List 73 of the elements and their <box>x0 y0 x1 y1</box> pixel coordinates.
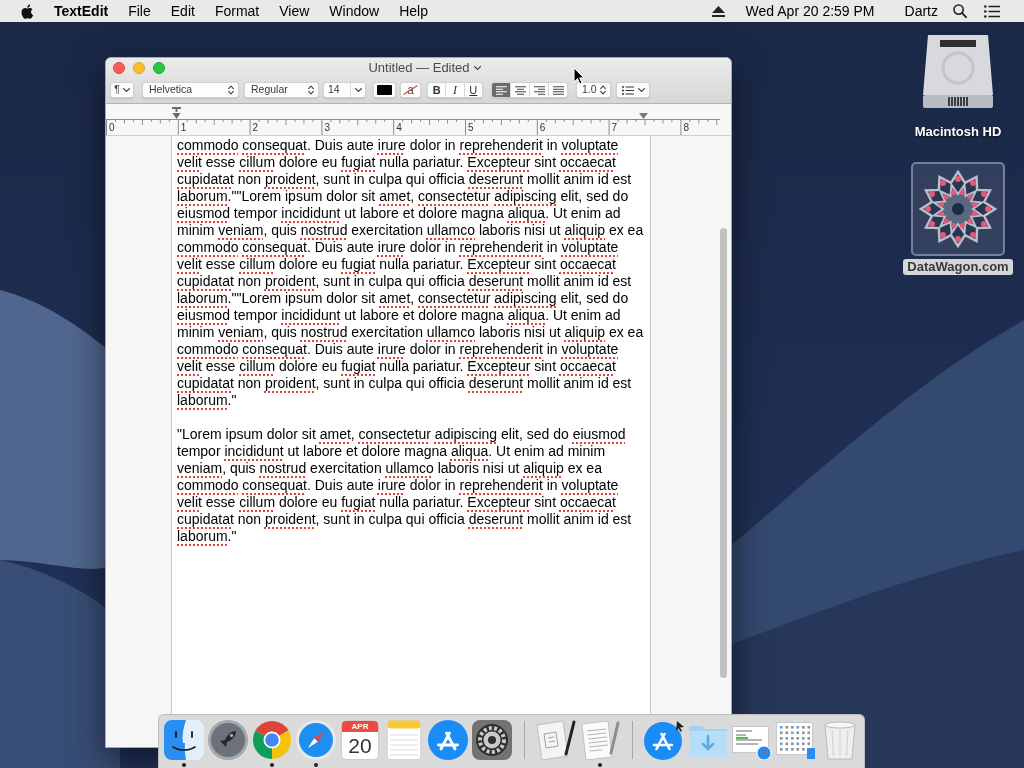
ruler-number: 8 <box>683 122 689 134</box>
menu-item[interactable]: Window <box>319 0 390 22</box>
bold-button[interactable]: B <box>428 83 446 97</box>
ruler-number: 0 <box>109 122 116 134</box>
font-size-combo-box[interactable]: 14 <box>323 82 366 98</box>
menu-item[interactable]: Edit <box>160 0 205 22</box>
list-icon[interactable] <box>984 4 1000 18</box>
desktop-icon-label[interactable]: DataWagon.com <box>903 259 1013 275</box>
sketch-paper-pen-icon[interactable] <box>536 720 576 760</box>
up-down-chevron-icon <box>308 85 314 95</box>
letter-a-circle-icon[interactable] <box>644 720 684 760</box>
eject-icon[interactable] <box>711 5 725 17</box>
zoom-button[interactable] <box>153 61 165 74</box>
up-down-chevron-icon <box>600 85 606 95</box>
italic-button[interactable]: I <box>445 83 464 97</box>
mouse-pointer-icon <box>573 67 585 85</box>
align-left-icon <box>495 85 507 95</box>
menu-item[interactable]: Help <box>389 0 438 22</box>
up-down-chevron-icon <box>228 85 234 95</box>
body-paragraph: commodo consequat. Duis aute irure dolor in reprehenderit in voluptate velit esse cillum dolore eu fugiat nulla pariatur. Excepteur sint occaecat cupidatat non proident, sunt in culpa qui officia deserunt mollit anim id est laborum.""Lorem ipsum dolor sit amet, consectetur adipiscing elit, sed do eiusmod tempor incididunt ut labore et dolore magna aliqua. Ut enim ad minim veniam, quis nostrud exercitation ullamco laboris nisi ut aliquip ex ea commodo consequat. Duis aute irure dolor in reprehenderit in voluptate velit esse cillum dolore eu fugiat nulla pariatur. Excepteur sint occaecat cupidatat non proident, sunt in culpa qui officia deserunt mollit anim id est laborum.""Lorem ipsum dolor sit amet, consectetur adipiscing elit, sed do eiusmod tempor incididunt ut labore et dolore magna aliqua. Ut enim ad minim veniam, quis nostrud exercitation ullamco laboris nisi ut aliquip ex ea commodo consequat. Duis aute irure dolor in reprehenderit in voluptate velit esse cillum dolore eu fugiat nulla pariatur. Excepteur sint occaecat cupidatat non proident, sunt in culpa qui officia deserunt mollit anim id est laborum." <box>177 137 645 409</box>
align-right-icon <box>533 85 545 95</box>
justify-icon <box>552 85 564 95</box>
underline-button[interactable]: U <box>463 83 482 97</box>
menu-item[interactable]: File <box>118 0 161 22</box>
justify-button[interactable] <box>548 83 567 97</box>
line-spacing-dropdown[interactable]: 1.0 <box>576 82 611 98</box>
right-margin-marker-icon[interactable] <box>639 113 648 119</box>
search-icon[interactable] <box>953 4 967 18</box>
chevron-down-icon <box>122 88 130 92</box>
star-pattern-icon[interactable] <box>911 162 1005 256</box>
calendar-month: APR <box>342 721 378 732</box>
chevron-down-icon <box>354 88 362 92</box>
calendar-tile[interactable]: APR 20 <box>341 720 379 760</box>
tricolor-circle-icon[interactable] <box>252 720 292 760</box>
list-style-dropdown[interactable] <box>616 82 650 98</box>
face-logo-icon[interactable] <box>164 720 204 760</box>
align-right-button[interactable] <box>529 83 548 97</box>
calendar-day: 20 <box>348 732 372 759</box>
grid-window-icon[interactable] <box>776 720 816 760</box>
compass-icon[interactable] <box>296 720 336 760</box>
menu-item[interactable]: View <box>269 0 320 22</box>
text-color-well[interactable] <box>373 82 396 98</box>
gear-icon[interactable] <box>472 720 512 760</box>
bulleted-list-icon <box>621 85 634 95</box>
ruler-number: 6 <box>539 122 547 134</box>
apple-logo-icon[interactable] <box>21 3 34 19</box>
menu-user-name[interactable]: Dartz <box>904 0 938 22</box>
scrollbar-thumb[interactable] <box>720 228 727 678</box>
menu-app-name[interactable]: TextEdit <box>44 0 119 22</box>
color-swatch-icon <box>377 85 392 95</box>
ruler-number: 5 <box>468 122 475 134</box>
window-title-menu[interactable]: Untitled — Edited <box>356 58 481 78</box>
hard-drive-icon[interactable] <box>920 33 996 109</box>
ruler-number: 2 <box>252 122 260 134</box>
ruler-number: 3 <box>324 122 331 134</box>
typeface-dropdown[interactable]: Regular <box>244 82 319 98</box>
menu-clock[interactable]: Wed Apr 20 2:59 PM <box>745 0 875 22</box>
paragraph-style-dropdown[interactable]: ¶ <box>110 82 134 98</box>
chevron-down-icon <box>637 88 645 92</box>
ruler-number: 4 <box>396 122 403 134</box>
rocket-icon[interactable] <box>208 720 248 760</box>
body-paragraph: "Lorem ipsum dolor sit amet, consectetur adipiscing elit, sed do eiusmod tempor incididunt ut labore et dolore magna aliqua. Ut enim ad minim veniam, quis nostrud exercitation ullamco laboris nisi ut aliquip ex ea commodo consequat. Duis aute irure dolor in reprehenderit in voluptate velit esse cillum dolore eu fugiat nulla pariatur. Excepteur sint occaecat cupidatat non proident, sunt in culpa qui officia deserunt mollit anim id est laborum." <box>177 426 633 545</box>
align-center-icon <box>514 85 526 95</box>
ruler-number: 7 <box>611 122 619 134</box>
close-button[interactable] <box>113 61 125 74</box>
align-left-button[interactable] <box>492 83 510 97</box>
desktop-icon-label[interactable]: Macintosh HD <box>914 124 1002 140</box>
ruler-number: 1 <box>180 122 188 134</box>
font-family-dropdown[interactable]: Helvetica <box>142 82 239 98</box>
menu-item[interactable]: Format <box>204 0 270 22</box>
align-center-button[interactable] <box>510 83 529 97</box>
indent-marker-icon[interactable] <box>172 107 181 119</box>
chevron-down-icon <box>473 65 481 70</box>
